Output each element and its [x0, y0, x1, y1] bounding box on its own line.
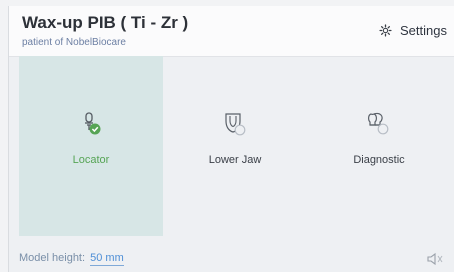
app-screen: Wax-up PIB ( Ti - Zr ) patient of NobelB… — [8, 6, 454, 272]
model-height: Model height: 50 mm — [19, 252, 124, 266]
model-height-value[interactable]: 50 mm — [90, 252, 124, 266]
model-height-label: Model height: — [19, 252, 86, 264]
gear-icon — [379, 24, 392, 37]
diagnostic-icon — [366, 111, 392, 142]
tile-locator[interactable]: Locator — [19, 56, 163, 236]
speaker-icon[interactable] — [426, 252, 444, 271]
page-subtitle: patient of NobelBiocare — [22, 37, 126, 48]
tile-label-lower-jaw: Lower Jaw — [208, 154, 262, 166]
page-title: Wax-up PIB ( Ti - Zr ) — [22, 13, 189, 32]
lower-jaw-icon — [222, 111, 248, 142]
locator-icon — [78, 111, 104, 142]
tile-lower-jaw[interactable]: Lower Jaw — [163, 56, 307, 236]
workflow-tiles: Locator Lower Jaw Diagnostic — [19, 56, 453, 236]
tile-label-diagnostic: Diagnostic — [353, 154, 405, 166]
settings-label: Settings — [400, 23, 447, 38]
tile-diagnostic[interactable]: Diagnostic — [307, 56, 451, 236]
tile-label-locator: Locator — [72, 154, 110, 166]
settings-button[interactable]: Settings — [379, 23, 447, 38]
header: Wax-up PIB ( Ti - Zr ) patient of NobelB… — [9, 6, 454, 57]
